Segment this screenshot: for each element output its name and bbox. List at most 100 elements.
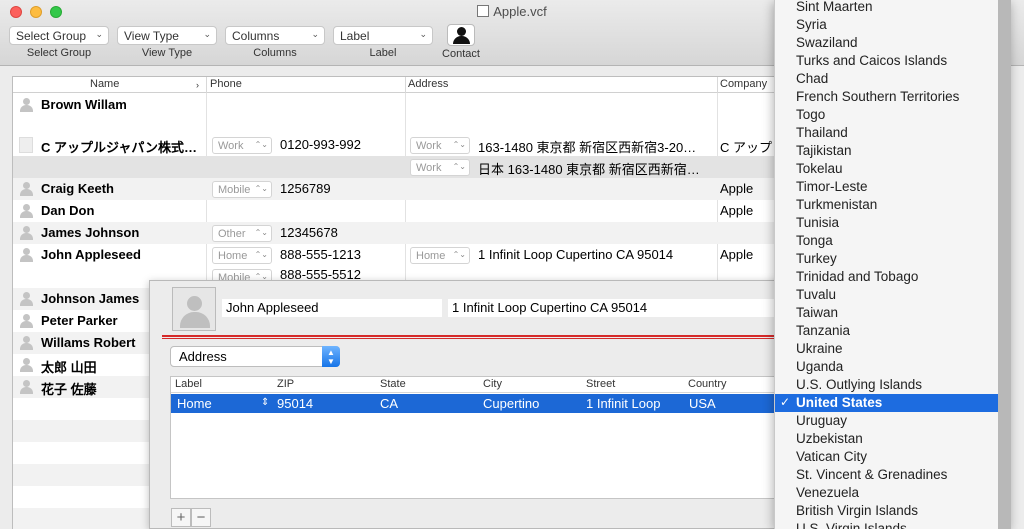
column-header-address[interactable]: Address: [408, 78, 448, 90]
menu-item-label: Trinidad and Tobago: [796, 269, 919, 284]
menu-item-label: Timor-Leste: [796, 179, 868, 194]
menu-item-label: Turks and Caicos Islands: [796, 53, 948, 68]
menu-item-country[interactable]: Turkey: [775, 250, 1011, 268]
window-title-text: Apple.vcf: [493, 4, 547, 19]
menu-item-country[interactable]: Trinidad and Tobago: [775, 268, 1011, 286]
menu-item-country[interactable]: Thailand: [775, 124, 1011, 142]
phone-label-popup[interactable]: Mobile ⌃⌄: [212, 181, 272, 198]
address-summary-field[interactable]: 1 Infinit Loop Cupertino CA 95014: [448, 299, 778, 317]
add-row-button[interactable]: +: [171, 508, 191, 527]
menu-item-country[interactable]: Swaziland: [775, 34, 1011, 52]
menu-item-country[interactable]: St. Vincent & Grenadines: [775, 466, 1011, 484]
address-label-value: Work: [416, 162, 442, 174]
person-icon: [19, 357, 33, 373]
zip-cell[interactable]: 95014: [277, 396, 313, 411]
menu-item-country[interactable]: Tuvalu: [775, 286, 1011, 304]
menu-item-country[interactable]: Ukraine: [775, 340, 1011, 358]
column-header-zip[interactable]: ZIP: [277, 378, 294, 390]
column-header-street[interactable]: Street: [586, 378, 615, 390]
menu-item-country[interactable]: Tokelau: [775, 160, 1011, 178]
column-header-name[interactable]: Name: [90, 78, 119, 90]
section-popup[interactable]: Address ▲ ▼: [170, 346, 340, 367]
menu-item-label: Tuvalu: [796, 287, 837, 302]
menu-item-country[interactable]: Timor-Leste: [775, 178, 1011, 196]
table-row[interactable]: Mobile ⌃⌄ 888-555-5512: [13, 266, 813, 280]
phone-label-popup[interactable]: Home ⌃⌄: [212, 247, 272, 264]
stepper-icon[interactable]: ⇕: [261, 397, 269, 408]
column-header-label[interactable]: Label: [175, 378, 202, 390]
column-header-state[interactable]: State: [380, 378, 406, 390]
phone-value: 12345678: [280, 225, 338, 240]
address-label-popup[interactable]: Work ⌃⌄: [410, 137, 470, 154]
menu-item-label: Togo: [796, 107, 826, 122]
address-label-popup[interactable]: Home ⌃⌄: [410, 247, 470, 264]
table-row[interactable]: Dan Don Apple: [13, 200, 813, 222]
menu-item-country[interactable]: Tonga: [775, 232, 1011, 250]
menu-item-country[interactable]: Vatican City: [775, 448, 1011, 466]
menu-item-label: Tanzania: [796, 323, 851, 338]
column-header-phone[interactable]: Phone: [210, 78, 242, 90]
menu-item-country[interactable]: Venezuela: [775, 484, 1011, 502]
phone-label-popup[interactable]: Other ⌃⌄: [212, 225, 272, 242]
column-header-city[interactable]: City: [483, 378, 502, 390]
table-row[interactable]: John Appleseed Home ⌃⌄ 888-555-1213 Home ⌃…: [13, 244, 813, 266]
menu-item-country[interactable]: Syria: [775, 16, 1011, 34]
menu-item-country[interactable]: Uganda: [775, 358, 1011, 376]
menu-item-country[interactable]: British Virgin Islands: [775, 502, 1011, 520]
menu-item-country[interactable]: Uruguay: [775, 412, 1011, 430]
menu-item-country[interactable]: U.S. Outlying Islands: [775, 376, 1011, 394]
table-row[interactable]: C アップルジャパン株式… Work ⌃⌄ 0120-993-992 Work ⌃⌄…: [13, 134, 813, 156]
scrollbar[interactable]: [998, 0, 1011, 529]
person-icon: [19, 379, 33, 395]
menu-item-country[interactable]: Taiwan: [775, 304, 1011, 322]
remove-row-button[interactable]: −: [191, 508, 211, 527]
label-popup[interactable]: Label ⌄: [333, 26, 433, 45]
menu-item-label: Turkmenistan: [796, 197, 878, 212]
menu-item-country[interactable]: U.S. Virgin Islands: [775, 520, 1011, 529]
phone-label-popup[interactable]: Mobile ⌃⌄: [212, 269, 272, 280]
table-row[interactable]: Work ⌃⌄ 日本 163-1480 東京都 新宿区西新宿…: [13, 156, 813, 178]
menu-item-country[interactable]: Turks and Caicos Islands: [775, 52, 1011, 70]
country-cell[interactable]: USA: [689, 396, 716, 411]
table-row[interactable]: Brown Willam: [13, 94, 813, 134]
contact-button[interactable]: [447, 24, 475, 46]
menu-item-country[interactable]: Uzbekistan: [775, 430, 1011, 448]
company-value: C アップ: [720, 140, 773, 155]
main-window: Apple.vcf Select Group ⌄ Select Group Vie…: [0, 0, 1024, 529]
table-row[interactable]: James Johnson Other ⌃⌄ 12345678: [13, 222, 813, 244]
street-cell[interactable]: 1 Infinit Loop: [586, 396, 660, 411]
select-group-value: Select Group: [16, 29, 87, 43]
name-field[interactable]: John Appleseed: [222, 299, 442, 317]
contact-photo[interactable]: [172, 287, 216, 331]
column-header-country[interactable]: Country: [688, 378, 727, 390]
phone-label-value: Work: [218, 140, 244, 152]
country-dropdown-menu: Sint Maarten Syria Swaziland Turks and Caic…: [774, 0, 1011, 529]
columns-popup[interactable]: Columns ⌄: [225, 26, 325, 45]
address-label-popup[interactable]: Work ⌃⌄: [410, 159, 470, 176]
menu-item-country[interactable]: Tanzania: [775, 322, 1011, 340]
menu-item-country[interactable]: Tunisia: [775, 214, 1011, 232]
table-row[interactable]: Craig Keeth Mobile ⌃⌄ 1256789 Apple: [13, 178, 813, 200]
view-type-popup[interactable]: View Type ⌄: [117, 26, 217, 45]
menu-item-country[interactable]: ✓ United States: [775, 394, 1011, 412]
phone-value: 888-555-1213: [280, 247, 361, 262]
phone-label-popup[interactable]: Work ⌃⌄: [212, 137, 272, 154]
menu-item-country[interactable]: Tajikistan: [775, 142, 1011, 160]
state-cell[interactable]: CA: [380, 396, 398, 411]
columns-label: Columns: [253, 47, 297, 59]
city-cell[interactable]: Cupertino: [483, 396, 539, 411]
column-header-company[interactable]: Company: [720, 78, 767, 90]
address-label-cell[interactable]: Home: [177, 396, 212, 411]
menu-item-country[interactable]: Turkmenistan: [775, 196, 1011, 214]
label-value: Label: [340, 29, 370, 43]
phone-label-value: Mobile: [218, 272, 251, 280]
menu-item-country[interactable]: Togo: [775, 106, 1011, 124]
select-group-popup[interactable]: Select Group ⌄: [9, 26, 109, 45]
menu-item-country[interactable]: Sint Maarten: [775, 0, 1011, 16]
menu-item-label: Vatican City: [796, 449, 868, 464]
menu-item-country[interactable]: French Southern Territories: [775, 88, 1011, 106]
view-type-control: View Type ⌄ View Type: [117, 26, 217, 59]
menu-item-country[interactable]: Chad: [775, 70, 1011, 88]
address-row-selected[interactable]: Home ⇕ 95014 CA Cupertino 1 Infinit Loop…: [171, 394, 791, 413]
menu-item-label: Uganda: [796, 359, 844, 374]
